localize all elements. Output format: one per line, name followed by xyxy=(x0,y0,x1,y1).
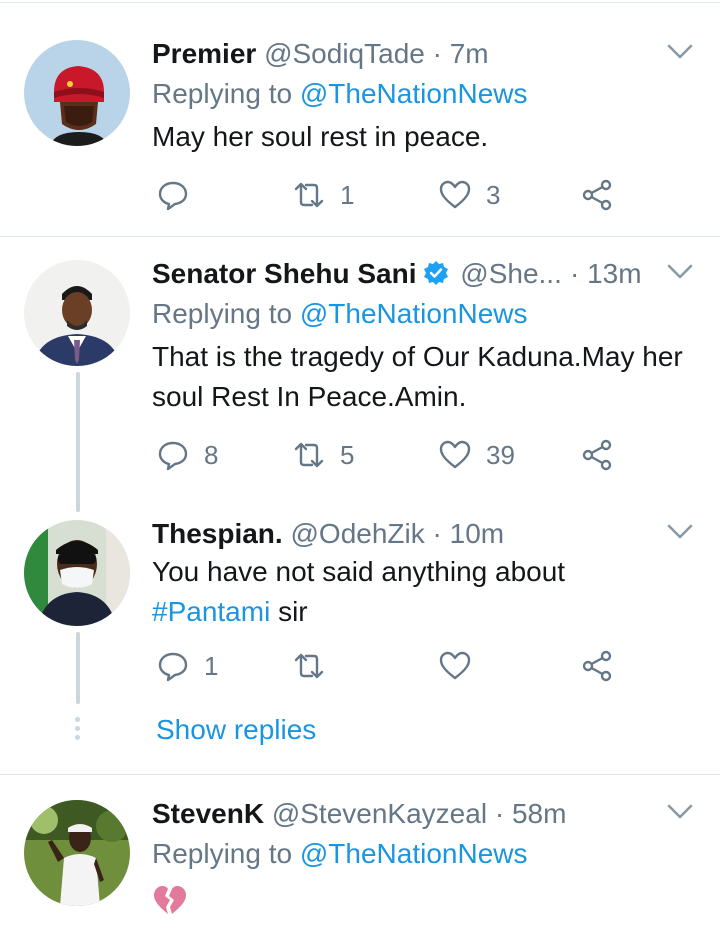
tweet-text-part: You have not said anything about xyxy=(152,556,566,587)
like-button[interactable] xyxy=(438,646,486,686)
avatar[interactable] xyxy=(24,40,130,146)
share-icon xyxy=(582,439,612,471)
tweet-actions: 1 xyxy=(152,646,622,686)
user-handle[interactable]: @OdehZik xyxy=(290,518,424,549)
tweet-header: Premier @SodiqTade · 7m xyxy=(152,37,489,71)
replying-to: Replying to @TheNationNews xyxy=(152,837,528,871)
display-name[interactable]: StevenK xyxy=(152,798,264,829)
separator-dot: · xyxy=(432,518,442,549)
retweet-button[interactable]: 5 xyxy=(292,435,354,475)
timestamp[interactable]: 13m xyxy=(587,258,641,289)
reply-icon xyxy=(158,181,188,211)
reply-icon xyxy=(158,652,188,682)
tweet-text: May her soul rest in peace. xyxy=(152,121,489,152)
tweet-divider xyxy=(0,236,720,237)
user-handle[interactable]: @StevenKayzeal xyxy=(272,798,487,829)
retweet-button[interactable]: 1 xyxy=(292,175,354,215)
thread-connector xyxy=(76,632,80,704)
share-button[interactable] xyxy=(580,646,614,686)
tweet-text: That is the tragedy of Our Kaduna.May he… xyxy=(152,341,683,412)
tweet-header: StevenK @StevenKayzeal · 58m xyxy=(152,797,566,831)
reply-icon xyxy=(158,441,188,471)
avatar[interactable] xyxy=(24,520,130,626)
tweet-actions: 8 5 39 xyxy=(152,435,622,475)
broken-heart-icon xyxy=(154,886,186,914)
retweet-button[interactable] xyxy=(292,646,340,686)
retweet-icon xyxy=(294,653,324,679)
mention-link[interactable]: @TheNationNews xyxy=(300,298,528,329)
timestamp[interactable]: 10m xyxy=(450,518,504,549)
reply-button[interactable] xyxy=(156,175,204,215)
display-name[interactable]: Premier xyxy=(152,38,256,69)
avatar[interactable] xyxy=(24,800,130,906)
replying-to: Replying to @TheNationNews xyxy=(152,77,528,111)
tweet-text-part: sir xyxy=(270,596,308,627)
share-icon xyxy=(582,179,612,211)
retweet-icon xyxy=(294,442,324,468)
user-handle[interactable]: @She... xyxy=(460,258,562,289)
avatar[interactable] xyxy=(24,260,130,366)
chevron-down-icon[interactable] xyxy=(666,262,694,282)
tweet-time-group: · 13m xyxy=(570,257,642,291)
mention-link[interactable]: @TheNationNews xyxy=(300,838,528,869)
thread-ellipsis xyxy=(75,717,81,744)
show-replies-link[interactable]: Show replies xyxy=(156,713,316,747)
share-button[interactable] xyxy=(580,175,614,215)
replying-to-label: Replying to xyxy=(152,78,293,109)
replying-to-label: Replying to xyxy=(152,298,293,329)
retweet-count: 1 xyxy=(340,179,355,210)
tweet-header: Thespian. @OdehZik · 10m xyxy=(152,517,504,551)
mention-link[interactable]: @TheNationNews xyxy=(300,78,528,109)
reply-button[interactable]: 1 xyxy=(156,646,218,686)
retweet-count: 5 xyxy=(340,439,355,470)
heart-icon xyxy=(439,180,471,209)
hashtag-link[interactable]: #Pantami xyxy=(152,596,270,627)
tweet-header: Senator Shehu Sani @She... xyxy=(152,257,562,291)
timestamp[interactable]: 58m xyxy=(512,798,566,829)
thread-connector xyxy=(76,372,80,512)
reply-button[interactable]: 8 xyxy=(156,435,218,475)
replying-to: Replying to @TheNationNews xyxy=(152,297,528,331)
like-button[interactable]: 39 xyxy=(438,435,515,475)
chevron-down-icon[interactable] xyxy=(666,802,694,822)
separator-dot: · xyxy=(494,798,505,829)
replying-to-label: Replying to xyxy=(152,838,293,869)
timestamp[interactable]: 7m xyxy=(450,38,489,69)
chevron-down-icon[interactable] xyxy=(666,42,694,62)
share-button[interactable] xyxy=(580,435,614,475)
like-count: 39 xyxy=(486,439,515,470)
chevron-down-icon[interactable] xyxy=(666,522,694,542)
display-name[interactable]: Senator Shehu Sani xyxy=(152,258,417,289)
like-button[interactable]: 3 xyxy=(438,175,500,215)
reply-count: 1 xyxy=(204,650,219,681)
verified-badge-icon xyxy=(423,261,448,285)
retweet-icon xyxy=(294,182,324,208)
tweet-text: You have not said anything about #Pantam… xyxy=(152,552,692,632)
reply-count: 8 xyxy=(204,439,219,470)
heart-icon xyxy=(439,440,471,469)
separator-dot: · xyxy=(432,38,442,69)
top-divider xyxy=(0,2,720,3)
heart-icon xyxy=(439,651,471,680)
tweet-divider xyxy=(0,774,720,775)
like-count: 3 xyxy=(486,179,501,210)
share-icon xyxy=(582,650,612,682)
separator-dot: · xyxy=(570,258,580,289)
user-handle[interactable]: @SodiqTade xyxy=(264,38,425,69)
tweet-actions: 1 3 xyxy=(152,175,622,215)
display-name[interactable]: Thespian. xyxy=(152,518,283,549)
